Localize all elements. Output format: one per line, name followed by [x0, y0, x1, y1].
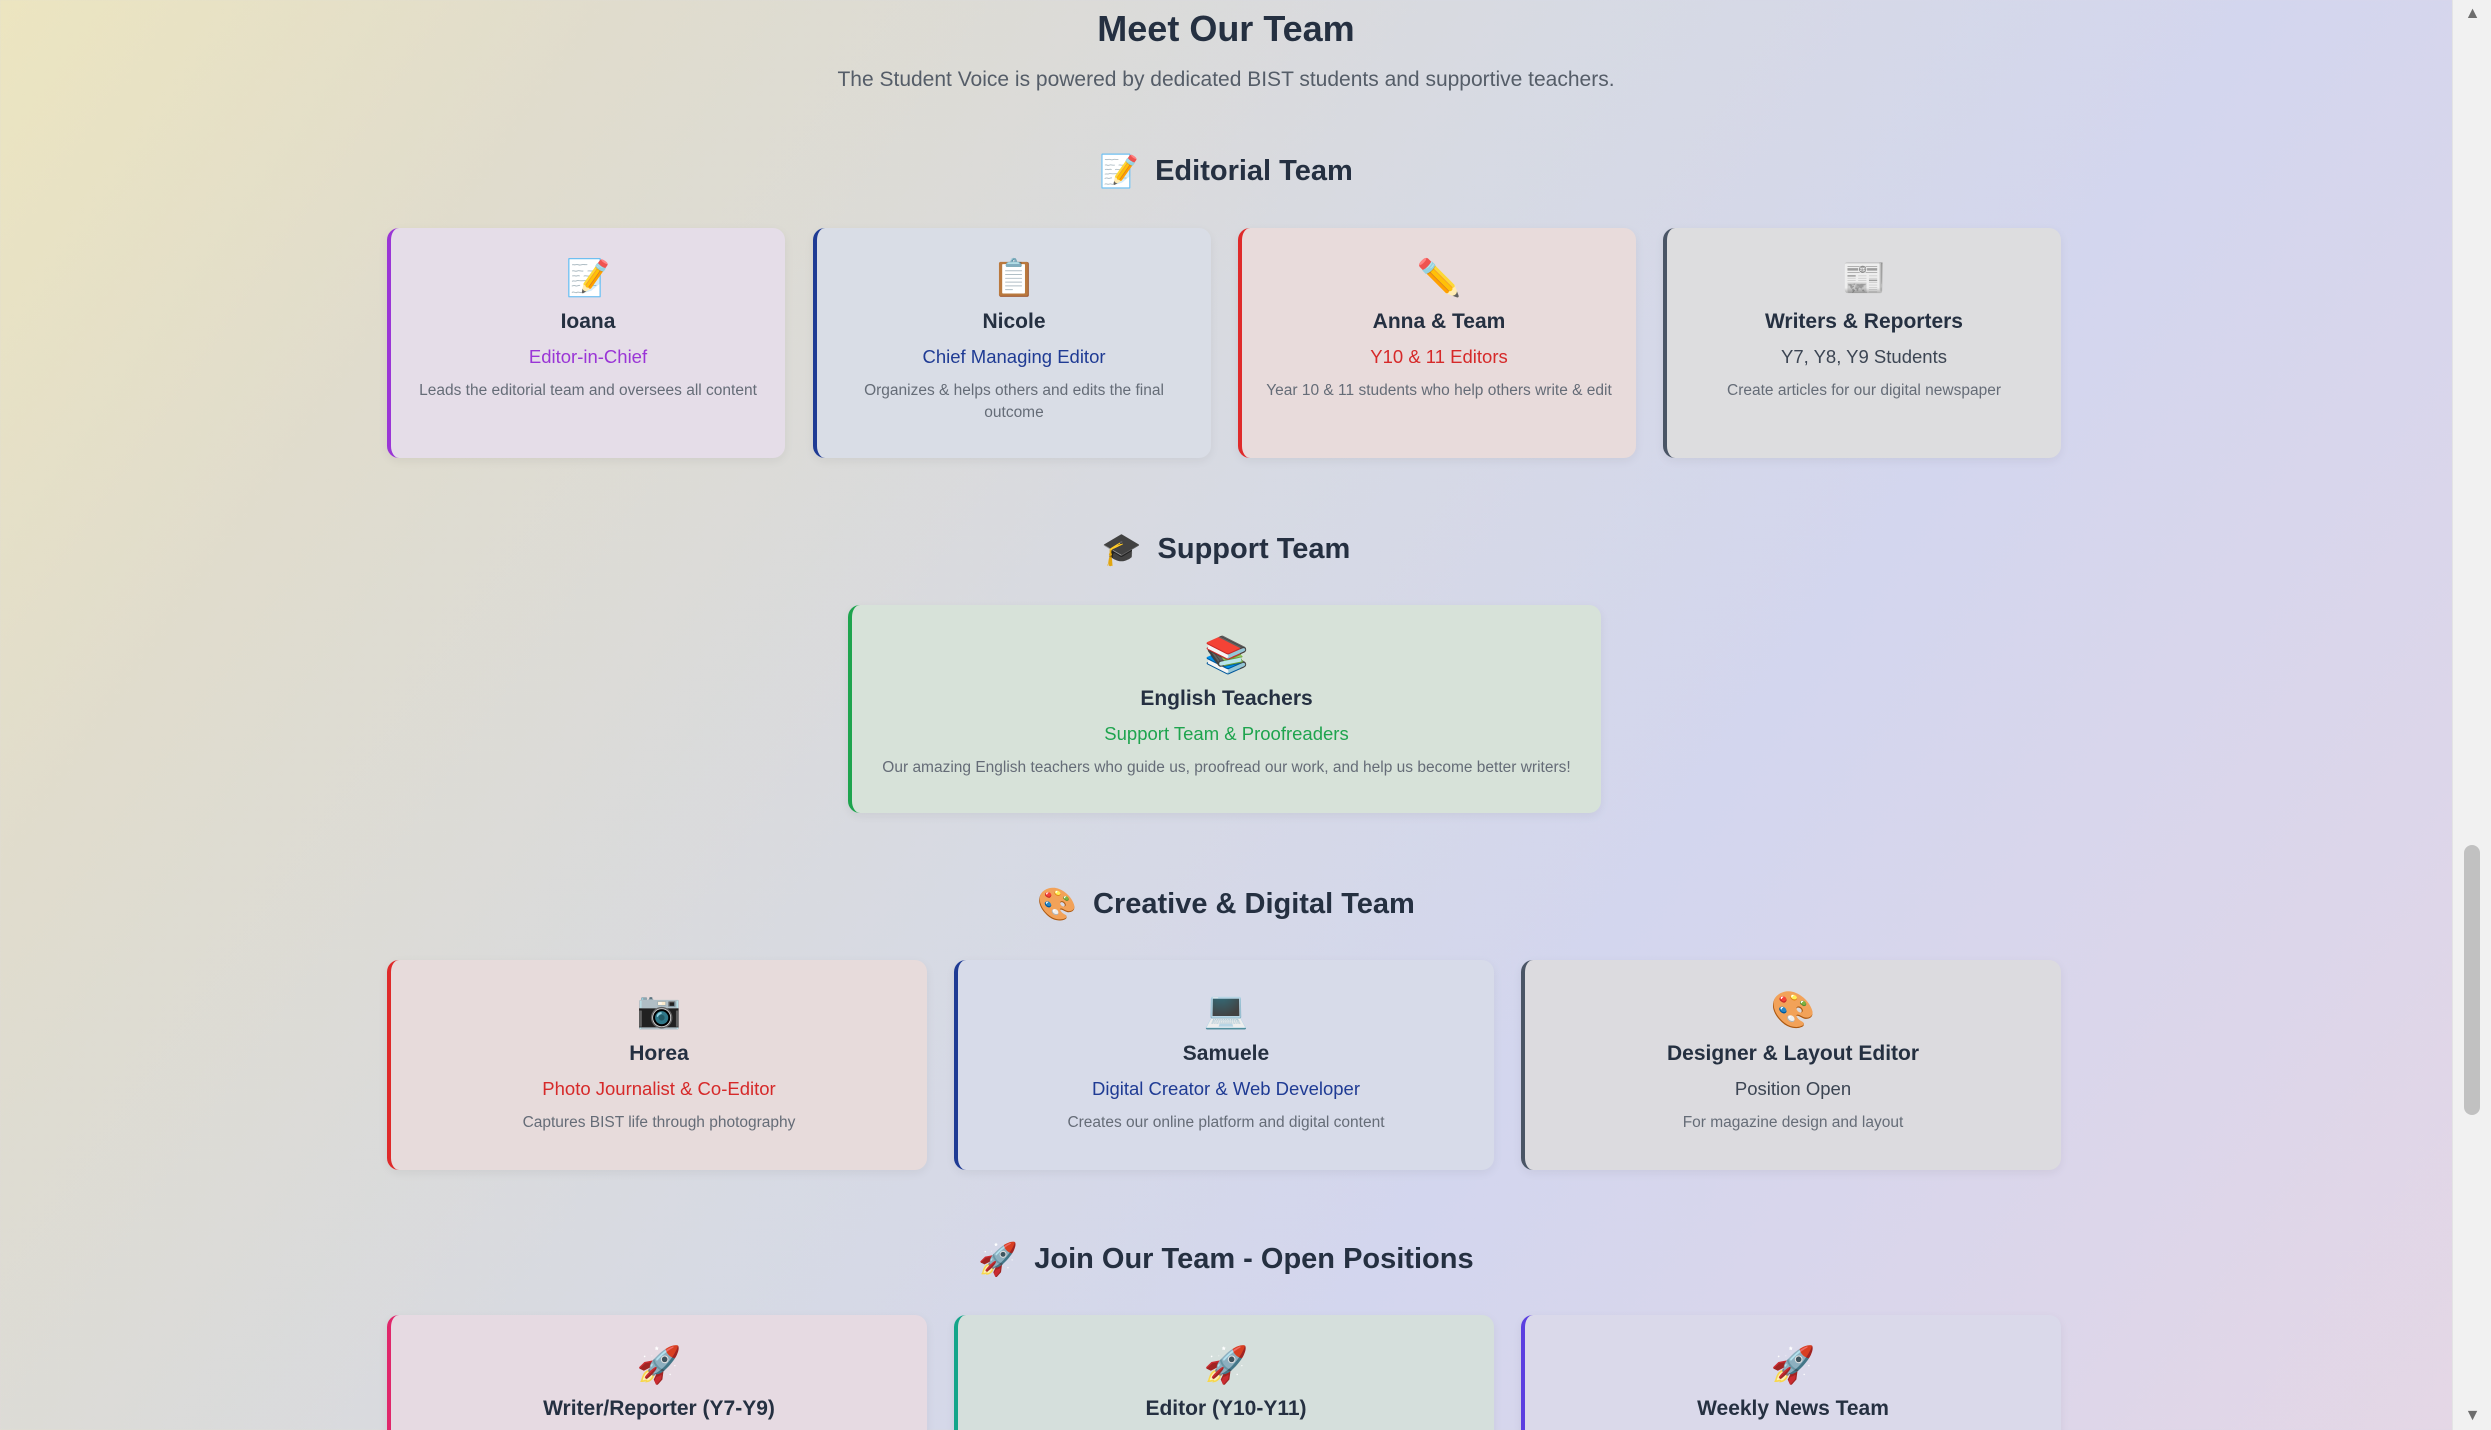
team-page: Meet Our Team The Student Voice is power… — [0, 0, 2452, 1430]
team-card-nicole: 📋 Nicole Chief Managing Editor Organizes… — [813, 228, 1211, 458]
position-name: Writer/Reporter (Y7-Y9) — [543, 1397, 775, 1420]
member-name: Writers & Reporters — [1764, 310, 1963, 333]
rocket-icon: 🚀 — [978, 1241, 1019, 1277]
member-description: For magazine design and layout — [1682, 1114, 1904, 1131]
newspaper-icon: 📰 — [1841, 257, 1887, 298]
member-description: Leads the editorial team and oversees al… — [419, 382, 757, 399]
palette-icon: 🎨 — [1770, 989, 1816, 1030]
member-name: Horea — [629, 1042, 689, 1065]
join-section-title: 🚀 Join Our Team - Open Positions — [0, 1240, 2452, 1278]
member-name: Anna & Team — [1372, 310, 1506, 333]
creative-section-label: Creative & Digital Team — [1093, 887, 1415, 920]
member-role: Support Team & Proofreaders — [1104, 723, 1349, 744]
page-title: Meet Our Team — [1097, 8, 1355, 49]
editorial-section-label: Editorial Team — [1155, 154, 1353, 187]
team-card-english-teachers: 📚 English Teachers Support Team & Proofr… — [848, 605, 1601, 813]
laptop-icon: 💻 — [1203, 989, 1249, 1030]
member-description: Our amazing English teachers who guide u… — [882, 759, 1571, 776]
member-description: Year 10 & 11 students who help others wr… — [1266, 382, 1612, 399]
graduation-cap-icon: 🎓 — [1101, 531, 1142, 567]
member-role: Digital Creator & Web Developer — [1091, 1078, 1361, 1099]
clipboard-icon: 📋 — [991, 257, 1037, 298]
memo-icon: 📝 — [565, 257, 611, 298]
vertical-scrollbar[interactable]: ▲ ▼ — [2452, 0, 2491, 1430]
position-name: Editor (Y10-Y11) — [1145, 1397, 1307, 1420]
member-name: English Teachers — [1140, 687, 1313, 710]
position-name: Weekly News Team — [1697, 1397, 1889, 1420]
rocket-icon: 🚀 — [1203, 1344, 1249, 1385]
camera-icon: 📷 — [636, 989, 682, 1030]
member-role: Y10 & 11 Editors — [1370, 346, 1508, 367]
scrollbar-thumb[interactable] — [2464, 845, 2480, 1115]
member-description: Create articles for our digital newspape… — [1727, 382, 2001, 399]
member-role: Chief Managing Editor — [922, 346, 1106, 367]
team-card-writers: 📰 Writers & Reporters Y7, Y8, Y9 Student… — [1663, 228, 2061, 458]
editorial-section-title: 📝 Editorial Team — [0, 152, 2452, 190]
team-card-horea: 📷 Horea Photo Journalist & Co-Editor Cap… — [387, 960, 927, 1170]
creative-section-title: 🎨 Creative & Digital Team — [0, 885, 2452, 923]
member-role: Position Open — [1734, 1078, 1852, 1099]
member-name: Ioana — [560, 310, 616, 333]
open-position-weekly-news[interactable]: 🚀 Weekly News Team — [1521, 1315, 2061, 1430]
member-description: Creates our online platform and digital … — [1067, 1114, 1385, 1131]
pencil-icon: ✏️ — [1416, 257, 1462, 298]
join-section-label: Join Our Team - Open Positions — [1034, 1242, 1474, 1275]
member-name: Nicole — [982, 310, 1046, 333]
rocket-icon: 🚀 — [1770, 1344, 1816, 1385]
member-role: Photo Journalist & Co-Editor — [542, 1078, 776, 1099]
palette-icon: 🎨 — [1037, 886, 1078, 922]
member-description: Organizes & helps others and edits the f… — [864, 382, 1164, 421]
team-card-anna: ✏️ Anna & Team Y10 & 11 Editors Year 10 … — [1238, 228, 1636, 458]
member-role: Editor-in-Chief — [528, 346, 648, 367]
member-name: Samuele — [1182, 1042, 1270, 1065]
rocket-icon: 🚀 — [636, 1344, 682, 1385]
member-description: Captures BIST life through photography — [522, 1114, 796, 1131]
support-section-title: 🎓 Support Team — [0, 530, 2452, 568]
member-role: Y7, Y8, Y9 Students — [1781, 346, 1947, 367]
books-icon: 📚 — [1204, 634, 1249, 675]
open-position-writer[interactable]: 🚀 Writer/Reporter (Y7-Y9) — [387, 1315, 927, 1430]
member-name: Designer & Layout Editor — [1666, 1042, 1920, 1065]
team-card-designer: 🎨 Designer & Layout Editor Position Open… — [1521, 960, 2061, 1170]
team-card-samuele: 💻 Samuele Digital Creator & Web Develope… — [954, 960, 1494, 1170]
scroll-down-arrow-icon[interactable]: ▼ — [2453, 1402, 2491, 1430]
page-subtitle: The Student Voice is powered by dedicate… — [837, 68, 1615, 91]
support-section-label: Support Team — [1157, 532, 1351, 565]
scroll-up-arrow-icon[interactable]: ▲ — [2453, 0, 2491, 28]
open-position-editor[interactable]: 🚀 Editor (Y10-Y11) — [954, 1315, 1494, 1430]
team-card-ioana: 📝 Ioana Editor-in-Chief Leads the editor… — [387, 228, 785, 458]
memo-icon: 📝 — [1099, 153, 1140, 189]
